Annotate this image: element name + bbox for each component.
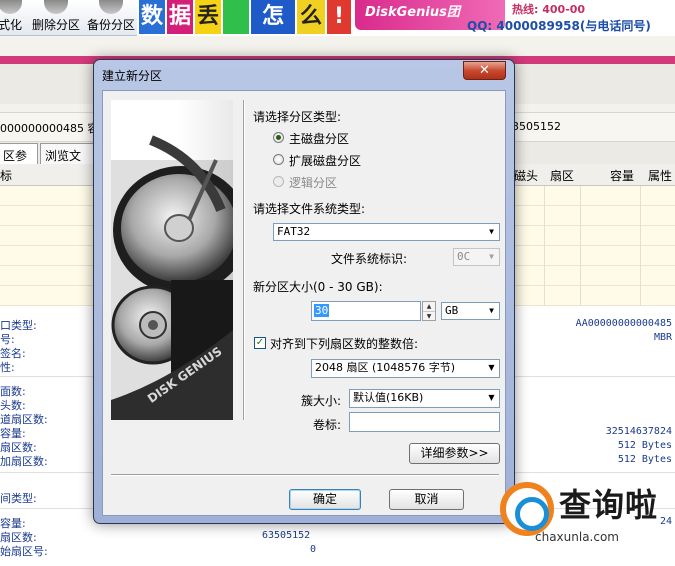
phys-sector-size-value: 512 Bytes [617, 454, 672, 465]
horizontal-divider [111, 474, 499, 476]
banner-phone: 热线: 400-00 [512, 3, 586, 16]
delete-partition-button[interactable]: 删除分区 [30, 0, 82, 36]
dropdown-arrow-icon: ▼ [488, 393, 495, 402]
sectors-value: 63505152 [262, 530, 311, 541]
cluster-size-value: 默认值(16KB) [353, 391, 424, 404]
extended-partition-radio[interactable] [273, 154, 284, 165]
column-header-attributes: 属性 [648, 169, 673, 183]
partition-size-label: 新分区大小(0 - 30 GB): [253, 280, 383, 294]
new-partition-dialog: 建立新分区 ✕ DISK GENIUS 请选择分区类型: 主磁盘分区 扩展磁盘分… [93, 59, 515, 524]
dialog-body: DISK GENIUS 请选择分区类型: 主磁盘分区 扩展磁盘分区 逻辑分区 请… [102, 90, 506, 516]
size-unit-select[interactable]: GB ▼ [441, 302, 500, 320]
filesystem-id-value: 0C [457, 250, 471, 263]
size-stepper[interactable]: ▲ ▼ [422, 301, 436, 321]
advanced-params-button[interactable]: 详细参数>> [409, 443, 500, 464]
primary-partition-label[interactable]: 主磁盘分区 [289, 130, 349, 147]
filesystem-type-label: 请选择文件系统类型: [253, 202, 366, 216]
spin-down-icon[interactable]: ▼ [423, 311, 435, 320]
checkmark-icon: ✓ [255, 337, 265, 348]
format-icon [0, 0, 22, 14]
banner-char: 数 [139, 0, 165, 34]
disk-info-left: 000000000485 容 [0, 122, 99, 135]
banner-char: 怎 [251, 0, 295, 34]
watermark-url: chaxunla.com [535, 530, 619, 544]
prop-label: 间类型: [0, 492, 37, 505]
size-unit-value: GB [445, 304, 459, 317]
partition-type-label: 请选择分区类型: [253, 110, 342, 124]
ok-button[interactable]: 确定 [289, 489, 361, 510]
column-divider [640, 186, 641, 306]
spin-up-icon[interactable]: ▲ [423, 302, 435, 311]
column-header-capacity: 容量 [610, 169, 635, 183]
cluster-size-select[interactable]: 默认值(16KB) ▼ [349, 389, 500, 408]
sector-size-value: 512 Bytes [617, 440, 672, 451]
banner-char: ! [327, 0, 351, 34]
column-header-heads: 磁头 [514, 169, 539, 183]
start-sector-value: 0 [310, 544, 317, 555]
volume-label-label: 卷标: [313, 418, 342, 432]
watermark-title: 查询啦 [559, 486, 659, 524]
main-toolbar: 式化 删除分区 备份分区 数 据 丢 怎 么 ! DiskGenius团 热线:… [0, 0, 675, 36]
cancel-button[interactable]: 取消 [389, 489, 464, 510]
banner-qq: QQ: 4000089958(与电话同号) [467, 19, 651, 33]
dropdown-arrow-icon: ▼ [488, 363, 495, 372]
logical-partition-radio [273, 176, 284, 187]
dialog-title: 建立新分区 [102, 69, 163, 83]
prop-label: 加扇区数: [0, 455, 48, 468]
dropdown-arrow-icon: ▼ [489, 306, 494, 315]
banner-char: 丢 [195, 0, 221, 34]
banner-char [223, 0, 249, 34]
search-logo-icon [500, 482, 554, 536]
dropdown-arrow-icon: ▼ [489, 227, 494, 236]
partition-size-value: 30 [314, 304, 330, 317]
prop-label: 性: [0, 361, 15, 374]
filesystem-type-value: FAT32 [277, 225, 311, 238]
column-divider [580, 186, 581, 306]
align-checkbox[interactable]: ✓ [254, 337, 266, 349]
align-value: 2048 扇区 (1048576 字节) [315, 361, 456, 374]
partition-style-value: MBR [653, 332, 672, 343]
ad-banner[interactable]: 数 据 丢 怎 么 ! DiskGenius团 热线: 400-00 QQ: 4… [137, 0, 675, 36]
watermark: 查询啦 chaxunla.com [497, 478, 675, 566]
extended-partition-label[interactable]: 扩展磁盘分区 [289, 152, 361, 169]
vertical-divider [243, 100, 245, 420]
close-button[interactable]: ✕ [463, 61, 506, 80]
backup-icon [99, 0, 123, 14]
delete-icon [44, 0, 68, 14]
partition-size-input[interactable]: 30 [311, 301, 421, 321]
banner-char: 么 [297, 0, 325, 34]
close-icon: ✕ [479, 63, 490, 78]
column-header: 标 [0, 169, 13, 183]
hard-disk-image: DISK GENIUS [111, 100, 233, 420]
filesystem-type-select[interactable]: FAT32 ▼ [273, 223, 500, 241]
format-button[interactable]: 式化 [0, 0, 24, 36]
align-select[interactable]: 2048 扇区 (1048576 字节) ▼ [311, 359, 500, 378]
logical-partition-label: 逻辑分区 [289, 176, 338, 190]
tab-browse-files[interactable]: 浏览文件 [40, 143, 96, 180]
tab-partition-params[interactable]: 区参数 [0, 143, 38, 180]
prop-label: 始扇区号: [0, 545, 48, 558]
total-bytes-value: 32514637824 [605, 426, 672, 437]
backup-partition-button[interactable]: 备份分区 [85, 0, 137, 36]
align-label[interactable]: 对齐到下列扇区数的整数倍: [270, 335, 418, 352]
column-header-sectors: 扇区 [550, 169, 575, 183]
filesystem-id-select: 0C ▼ [453, 248, 500, 266]
filesystem-id-label: 文件系统标识: [331, 252, 408, 266]
volume-label-input[interactable] [349, 412, 500, 432]
dropdown-arrow-icon: ▼ [489, 252, 494, 261]
primary-partition-radio[interactable] [273, 132, 284, 143]
column-divider [544, 186, 545, 306]
disk-info-right: 3505152 [512, 120, 561, 133]
banner-char: 据 [167, 0, 193, 34]
cluster-size-label: 簇大小: [301, 394, 342, 408]
disk-id-value: AA00000000000485 [575, 318, 672, 329]
